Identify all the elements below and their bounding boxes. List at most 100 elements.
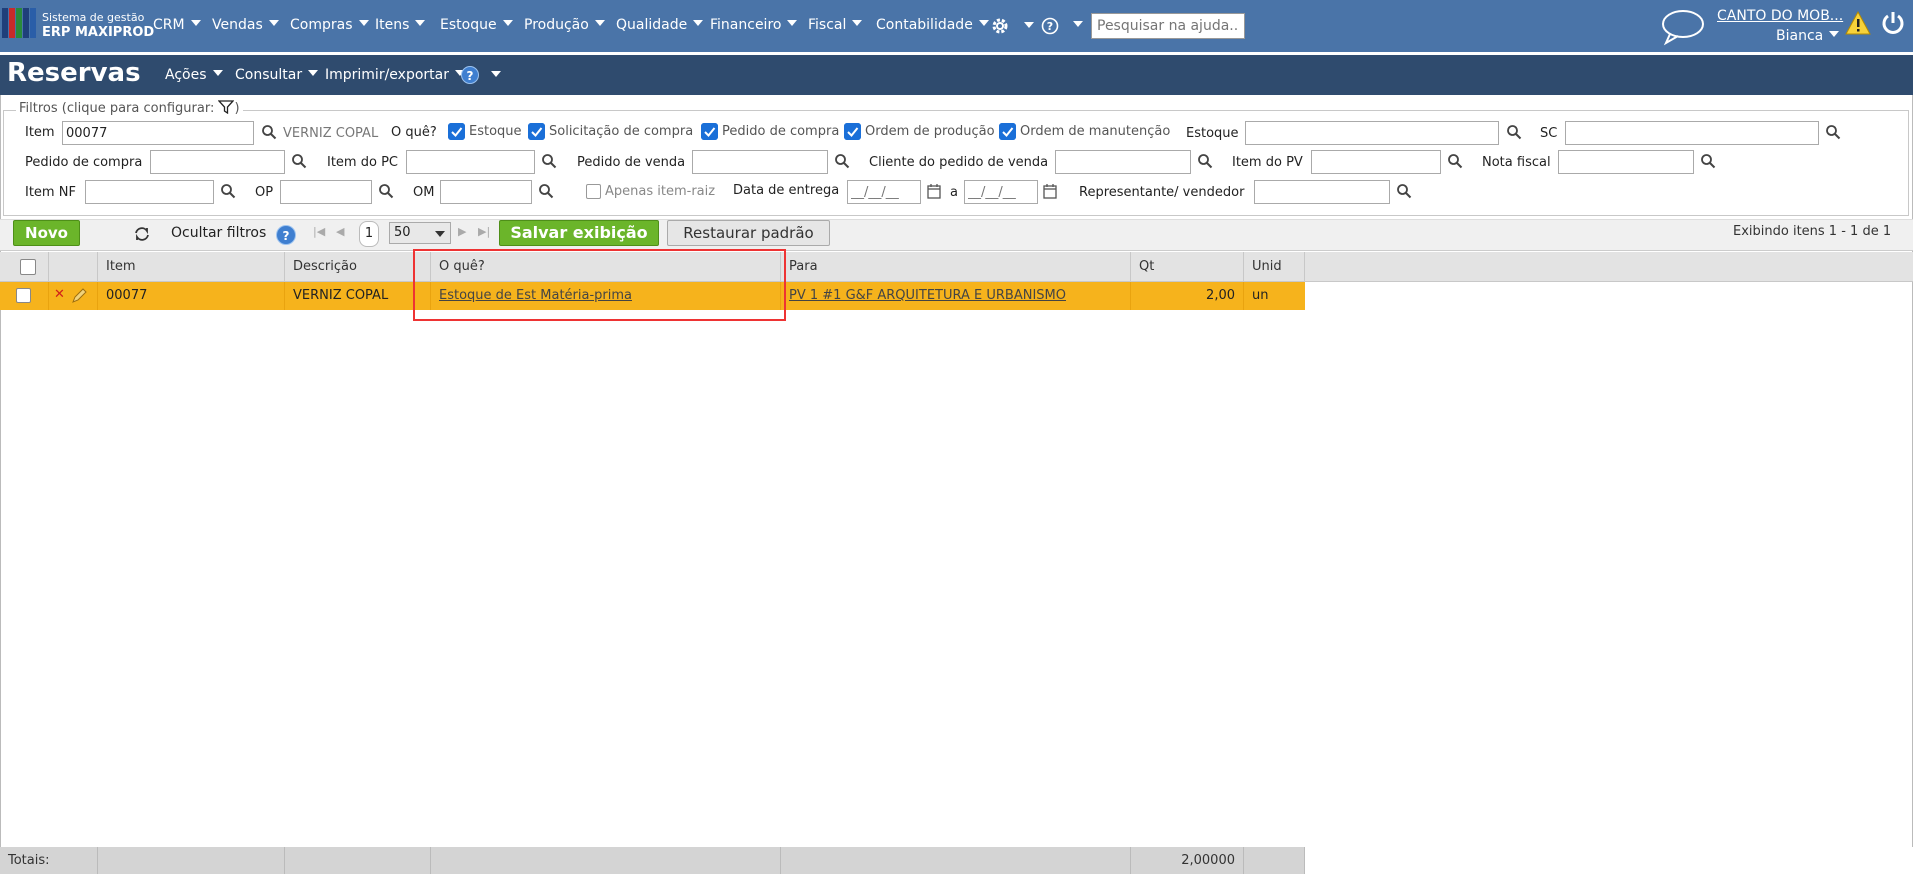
checkbox-solicitacao-compra[interactable]: [528, 123, 545, 140]
warning-icon[interactable]: [1845, 11, 1871, 35]
cliente-pv-input[interactable]: [1055, 150, 1191, 174]
column-header-item[interactable]: Item: [98, 252, 285, 282]
search-icon[interactable]: [1447, 153, 1463, 169]
caret-down-icon: [308, 70, 319, 76]
last-page-icon[interactable]: ▶|: [478, 225, 490, 238]
salvar-exibicao-button[interactable]: Salvar exibição: [499, 220, 659, 246]
menu-contabilidade[interactable]: Contabilidade: [876, 17, 989, 33]
item-pv-input[interactable]: [1311, 150, 1441, 174]
search-icon[interactable]: [1506, 124, 1522, 140]
menu-imprimir-exportar[interactable]: Imprimir/exportar: [325, 67, 465, 83]
row-checkbox[interactable]: [16, 288, 31, 303]
menu-consultar[interactable]: Consultar: [235, 67, 319, 83]
cell-qt: 2,00: [1131, 282, 1244, 310]
search-icon[interactable]: [538, 183, 554, 199]
calendar-icon[interactable]: [1042, 183, 1058, 199]
column-header-para[interactable]: Para: [781, 252, 1131, 282]
search-icon[interactable]: [291, 153, 307, 169]
caret-down-icon: [358, 20, 369, 26]
first-page-icon[interactable]: |◀: [313, 225, 325, 238]
item-description: VERNIZ COPAL: [283, 126, 379, 141]
search-icon[interactable]: [261, 124, 277, 140]
menu-label: Estoque: [440, 17, 497, 33]
grid-totals-row: Totais: 2,00000: [0, 847, 1913, 874]
company-name-link[interactable]: CANTO DO MOB...: [1717, 8, 1843, 24]
data-entrega-fim-input[interactable]: [964, 180, 1038, 204]
calendar-icon[interactable]: [926, 183, 942, 199]
search-icon[interactable]: [220, 183, 236, 199]
estoque-input[interactable]: [1245, 121, 1499, 145]
delete-x-icon[interactable]: ✕: [54, 287, 65, 302]
menu-qualidade[interactable]: Qualidade: [616, 17, 704, 33]
item-nf-input[interactable]: [85, 180, 214, 204]
search-icon[interactable]: [1700, 153, 1716, 169]
search-icon[interactable]: [1197, 153, 1213, 169]
checkbox-apenas-item-raiz[interactable]: [586, 184, 601, 199]
pedido-venda-label: Pedido de venda: [577, 155, 686, 170]
menu-fiscal[interactable]: Fiscal: [808, 17, 863, 33]
power-icon[interactable]: [1880, 10, 1906, 36]
op-input[interactable]: [280, 180, 372, 204]
om-input[interactable]: [440, 180, 532, 204]
user-name: Bianca: [1776, 28, 1824, 44]
menu-crm[interactable]: CRM: [153, 17, 201, 33]
menu-financeiro[interactable]: Financeiro: [710, 17, 798, 33]
help-icon[interactable]: ?: [276, 225, 296, 245]
page-number-input[interactable]: 1: [359, 221, 379, 247]
search-icon[interactable]: [834, 153, 850, 169]
help-search-input[interactable]: [1091, 13, 1245, 39]
nota-fiscal-input[interactable]: [1558, 150, 1694, 174]
checkbox-ordem-manutencao[interactable]: [999, 123, 1016, 140]
column-header-oque[interactable]: O quê?: [431, 252, 781, 282]
page-help-menu[interactable]: ?: [461, 66, 502, 84]
refresh-icon[interactable]: [133, 225, 151, 243]
menu-estoque[interactable]: Estoque: [440, 17, 513, 33]
checkbox-pedido-compra[interactable]: [701, 123, 718, 140]
filter-funnel-icon[interactable]: [217, 100, 235, 115]
menu-itens[interactable]: Itens: [375, 17, 426, 33]
settings-menu[interactable]: [990, 16, 1035, 40]
table-row[interactable]: ✕ 00077 VERNIZ COPAL Estoque de Est Maté…: [0, 282, 1305, 310]
restaurar-padrao-button[interactable]: Restaurar padrão: [667, 220, 830, 246]
menu-compras[interactable]: Compras: [290, 17, 369, 33]
search-icon[interactable]: [1825, 124, 1841, 140]
help-menu[interactable]: ?: [1041, 17, 1084, 39]
checkbox-label: Ordem de manutenção: [1020, 124, 1171, 139]
totals-cell: [781, 847, 1131, 874]
data-entrega-inicio-input[interactable]: [847, 180, 921, 204]
column-header-unid[interactable]: Unid: [1244, 252, 1305, 282]
settings-gear-icon: [992, 18, 1008, 34]
menu-vendas[interactable]: Vendas: [212, 17, 279, 33]
search-icon[interactable]: [1396, 183, 1412, 199]
search-icon[interactable]: [378, 183, 394, 199]
novo-button[interactable]: Novo: [13, 220, 80, 246]
oque-link[interactable]: Estoque de Est Matéria-prima: [439, 288, 632, 303]
maxiprod-logo-icon[interactable]: [2, 8, 36, 38]
edit-pencil-icon[interactable]: [71, 288, 87, 304]
pedido-venda-input[interactable]: [692, 150, 828, 174]
representante-input[interactable]: [1254, 180, 1390, 204]
checkbox-ordem-producao[interactable]: [844, 123, 861, 140]
search-icon[interactable]: [541, 153, 557, 169]
filters-legend[interactable]: Filtros (clique para configurar: ): [16, 100, 243, 116]
item-pc-input[interactable]: [406, 150, 535, 174]
sc-input[interactable]: [1565, 121, 1819, 145]
menu-acoes[interactable]: Ações: [165, 67, 223, 83]
item-nf-label: Item NF: [25, 185, 76, 200]
menu-producao[interactable]: Produção: [524, 17, 605, 33]
pedido-compra-input[interactable]: [150, 150, 285, 174]
ocultar-filtros-button[interactable]: Ocultar filtros: [171, 225, 266, 241]
column-header-descricao[interactable]: Descrição: [285, 252, 431, 282]
item-input[interactable]: [62, 121, 254, 145]
items-per-page-select[interactable]: 50: [389, 222, 451, 244]
item-pc-label: Item do PC: [327, 155, 398, 170]
column-header-qt[interactable]: Qt: [1131, 252, 1244, 282]
brand-name[interactable]: Sistema de gestão ERP MAXIPROD: [42, 10, 154, 40]
checkbox-estoque[interactable]: [448, 123, 465, 140]
para-link[interactable]: PV 1 #1 G&F ARQUITETURA E URBANISMO: [789, 288, 1066, 303]
select-all-checkbox[interactable]: [20, 259, 36, 275]
prev-page-icon[interactable]: ◀: [336, 225, 344, 238]
user-menu[interactable]: Bianca: [1776, 28, 1840, 44]
chat-bubble-icon[interactable]: [1660, 7, 1706, 47]
next-page-icon[interactable]: ▶: [458, 225, 466, 238]
